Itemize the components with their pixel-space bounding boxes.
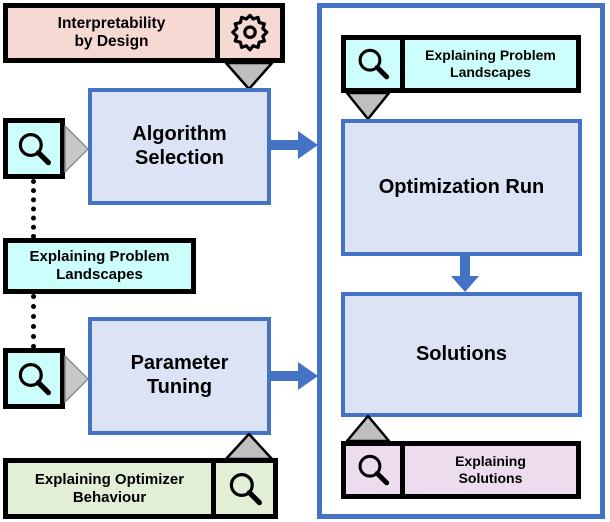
- diagram-canvas: Interpretability by Design Algorithm Sel…: [0, 0, 610, 522]
- solutions-box[interactable]: Solutions: [341, 292, 582, 417]
- explaining-optimizer-behaviour-label: Explaining Optimizer Behaviour: [8, 463, 211, 514]
- explaining-optimizer-behaviour-box[interactable]: Explaining Optimizer Behaviour: [3, 458, 278, 519]
- algorithm-selection-box[interactable]: Algorithm Selection: [88, 88, 271, 205]
- marker-triangle-epl-to-optimization: [344, 92, 392, 120]
- marker-triangle-interpretability-to-algorithm: [222, 62, 276, 90]
- dotted-connector-upper: [31, 179, 36, 239]
- eob-line2: Behaviour: [72, 488, 147, 506]
- marker-triangle-parameter-badge: [64, 354, 90, 404]
- explaining-problem-landscapes-box-right[interactable]: Explaining Problem Landscapes: [341, 35, 581, 93]
- solutions-label: Solutions: [415, 342, 508, 365]
- interpretability-line1: Interpretability: [57, 14, 166, 32]
- arrow-algorithm-to-panel: [268, 128, 320, 162]
- parameter-tuning-line2: Tuning: [146, 376, 213, 398]
- magnifier-icon: [211, 463, 273, 514]
- arrow-optimization-to-solutions: [448, 256, 482, 293]
- interpretability-line2: by Design: [74, 33, 149, 50]
- magnifier-icon: [346, 446, 405, 494]
- algorithm-selection-line2: Selection: [135, 146, 224, 169]
- epl-left-line2: Landscapes: [56, 266, 143, 283]
- explaining-solutions-label: Explaining Solutions: [405, 446, 576, 494]
- explaining-problem-landscapes-label-left: Explaining Problem Landscapes: [8, 243, 191, 289]
- dotted-connector-lower: [31, 294, 36, 349]
- explaining-problem-landscapes-label-right: Explaining Problem Landscapes: [405, 40, 576, 88]
- explaining-solutions-line1: Explaining: [455, 453, 526, 470]
- magnifier-badge-algorithm-selection[interactable]: [3, 118, 65, 179]
- gear-icon: [215, 8, 280, 58]
- explaining-solutions-line2: Solutions: [458, 470, 523, 486]
- magnifier-icon: [8, 353, 60, 404]
- parameter-tuning-box[interactable]: Parameter Tuning: [88, 317, 271, 435]
- algorithm-selection-line1: Algorithm: [132, 122, 227, 145]
- epl-right-line2: Landscapes: [450, 64, 531, 80]
- arrow-parameter-to-panel: [268, 359, 320, 393]
- parameter-tuning-line1: Parameter: [130, 352, 229, 375]
- magnifier-icon: [346, 40, 405, 88]
- marker-triangle-algorithm-badge: [64, 124, 90, 174]
- marker-triangle-explaining-solutions-to-solutions: [344, 415, 392, 443]
- epl-right-line1: Explaining Problem: [425, 47, 556, 64]
- optimization-run-box[interactable]: Optimization Run: [341, 119, 582, 256]
- magnifier-badge-parameter-tuning[interactable]: [3, 348, 65, 409]
- interpretability-by-design-label: Interpretability by Design: [8, 8, 215, 58]
- interpretability-by-design-box[interactable]: Interpretability by Design: [3, 3, 285, 63]
- epl-left-line1: Explaining Problem: [29, 248, 170, 266]
- optimization-run-label: Optimization Run: [378, 175, 545, 198]
- explaining-problem-landscapes-box-left[interactable]: Explaining Problem Landscapes: [3, 238, 196, 294]
- explaining-solutions-box[interactable]: Explaining Solutions: [341, 441, 581, 499]
- marker-triangle-optimizer-to-parameter: [222, 433, 276, 460]
- magnifier-icon: [8, 123, 60, 174]
- eob-line1: Explaining Optimizer: [34, 470, 185, 488]
